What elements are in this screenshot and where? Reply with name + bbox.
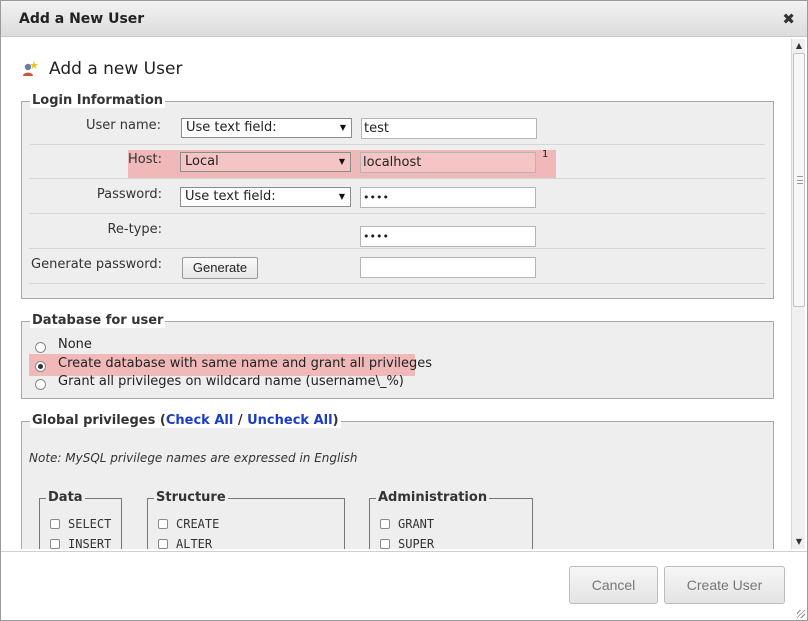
scrollbar-thumb[interactable] — [793, 53, 805, 307]
close-icon[interactable]: ✖ — [782, 10, 795, 28]
privilege-group-data: Data SELECT INSERT — [39, 490, 122, 549]
grip-icon — [797, 176, 803, 184]
resize-grip-icon[interactable] — [797, 610, 805, 618]
dialog-content[interactable]: Add a new User Login Information User na… — [5, 39, 791, 549]
password-row: Password: Use text field: ▼ •••• — [29, 179, 766, 214]
privilege-group-structure: Structure CREATE ALTER — [147, 490, 345, 549]
content-scrollbar[interactable]: ▲ ▼ — [791, 39, 805, 549]
privilege-group-data-legend: Data — [46, 490, 85, 505]
host-row: Host: Local ▼ localhost — [29, 144, 766, 179]
retype-row: Re-type: •••• — [29, 214, 766, 249]
check-all-link[interactable]: Check All — [166, 413, 233, 428]
host-mode-select[interactable]: Local ▼ — [180, 152, 351, 172]
retype-input[interactable]: •••• — [360, 226, 536, 247]
privilege-super-label: SUPER — [398, 537, 435, 549]
db-option-none-label: None — [58, 337, 92, 352]
retype-label: Re-type: — [107, 222, 162, 237]
privilege-create[interactable]: CREATE — [158, 517, 219, 531]
host-mode-value: Local — [185, 154, 219, 169]
checkbox-insert[interactable] — [50, 539, 60, 549]
privilege-insert[interactable]: INSERT — [50, 537, 111, 549]
db-option-create-same-name[interactable]: Create database with same name and grant… — [35, 356, 433, 372]
global-privileges-legend: Global privileges (Check All / Uncheck A… — [30, 413, 341, 428]
checkbox-select[interactable] — [50, 519, 60, 529]
dialog-titlebar[interactable]: Add a New User ✖ — [1, 1, 807, 37]
scroll-down-icon[interactable]: ▼ — [794, 537, 804, 547]
privilege-super[interactable]: SUPER — [380, 537, 434, 549]
password-label: Password: — [96, 187, 162, 202]
privilege-insert-label: INSERT — [68, 537, 112, 549]
global-privileges-title: Global privileges ( — [32, 413, 166, 428]
password-mode-select[interactable]: Use text field: ▼ — [180, 187, 351, 207]
privilege-select[interactable]: SELECT — [50, 517, 111, 531]
privilege-group-structure-legend: Structure — [154, 490, 228, 505]
host-input[interactable]: localhost — [360, 152, 536, 173]
privilege-group-administration: Administration GRANT SUPER — [369, 490, 533, 549]
password-mode-value: Use text field: — [185, 189, 276, 204]
host-value: localhost — [363, 155, 422, 170]
chevron-down-icon: ▼ — [338, 157, 345, 166]
user-add-icon — [23, 61, 38, 76]
cancel-button[interactable]: Cancel — [569, 566, 658, 604]
generated-password-input[interactable] — [360, 257, 536, 278]
host-label: Host: — [128, 152, 162, 167]
privilege-grant-label: GRANT — [398, 517, 435, 531]
generate-password-row: Generate password: Generate — [29, 249, 766, 284]
page-heading: Add a new User — [21, 59, 182, 79]
login-rows-overlay: Host: Local ▼ localhost Password: Use te… — [21, 101, 774, 299]
checkbox-super[interactable] — [380, 539, 390, 549]
db-option-create-label: Create database with same name and grant… — [58, 356, 433, 371]
link-separator: / — [233, 413, 248, 428]
privilege-grant[interactable]: GRANT — [380, 517, 434, 531]
scroll-up-icon[interactable]: ▲ — [794, 41, 804, 51]
legend-suffix: ) — [332, 413, 339, 428]
checkbox-create[interactable] — [158, 519, 168, 529]
privilege-select-label: SELECT — [68, 517, 112, 531]
generate-password-label: Generate password: — [31, 257, 162, 272]
password-value: •••• — [363, 191, 389, 204]
add-user-dialog: Add a New User ✖ Add a new User Login In… — [0, 0, 808, 621]
retype-value: •••• — [363, 230, 389, 243]
privilege-group-administration-legend: Administration — [376, 490, 490, 505]
db-option-wildcard-label: Grant all privileges on wildcard name (u… — [58, 374, 404, 389]
privilege-alter-label: ALTER — [176, 537, 213, 549]
db-option-wildcard[interactable]: Grant all privileges on wildcard name (u… — [35, 374, 404, 390]
password-input[interactable]: •••• — [360, 187, 536, 208]
chevron-down-icon: ▼ — [338, 192, 345, 201]
database-for-user-legend: Database for user — [30, 313, 166, 328]
radio-create-same-name[interactable] — [35, 361, 46, 372]
host-footnote: 1 — [542, 149, 549, 160]
privileges-note: Note: MySQL privilege names are expresse… — [29, 451, 358, 465]
radio-wildcard[interactable] — [35, 379, 46, 390]
db-option-none[interactable]: None — [35, 337, 92, 353]
create-user-button[interactable]: Create User — [664, 566, 785, 604]
checkbox-grant[interactable] — [380, 519, 390, 529]
uncheck-all-link[interactable]: Uncheck All — [247, 413, 332, 428]
generate-button[interactable]: Generate — [182, 257, 258, 279]
radio-none[interactable] — [35, 342, 46, 353]
privilege-alter[interactable]: ALTER — [158, 537, 212, 549]
dialog-title: Add a New User — [19, 11, 145, 27]
privilege-create-label: CREATE — [176, 517, 220, 531]
footer-divider — [1, 551, 807, 552]
page-title: Add a new User — [49, 59, 183, 79]
checkbox-alter[interactable] — [158, 539, 168, 549]
